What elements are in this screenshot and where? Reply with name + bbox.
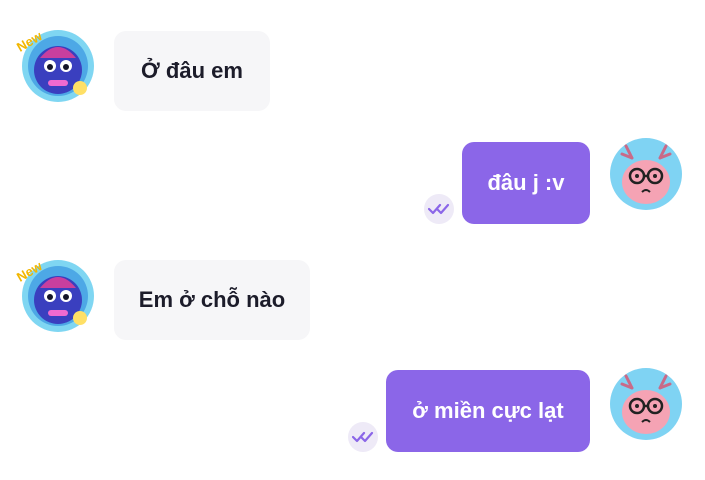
- message-text: Ở đâu em: [141, 58, 243, 83]
- message-text: Em ở chỗ nào: [138, 287, 286, 312]
- message-text: đâu j :v: [487, 170, 565, 195]
- seen-icon: [424, 194, 454, 224]
- message-bubble[interactable]: Ở đâu em: [114, 31, 270, 111]
- message-bubble[interactable]: Em ở chỗ nào: [114, 260, 310, 340]
- message-bubble[interactable]: ở miền cực lạt: [386, 370, 590, 452]
- message-row-outgoing: đâu j :v: [0, 120, 705, 240]
- seen-icon: [348, 422, 378, 452]
- message-bubble[interactable]: đâu j :v: [462, 142, 590, 224]
- message-text: ở miền cực lạt: [412, 398, 564, 423]
- my-avatar[interactable]: [610, 368, 682, 440]
- my-avatar[interactable]: [610, 138, 682, 210]
- message-row-incoming: New Ở đâu em: [0, 0, 705, 120]
- message-row-incoming: New Em ở chỗ nào: [0, 240, 705, 360]
- message-row-outgoing: ở miền cực lạt: [0, 360, 705, 480]
- pink-creature-with-glasses-avatar-icon: [610, 138, 682, 210]
- pink-creature-with-glasses-avatar-icon: [610, 368, 682, 440]
